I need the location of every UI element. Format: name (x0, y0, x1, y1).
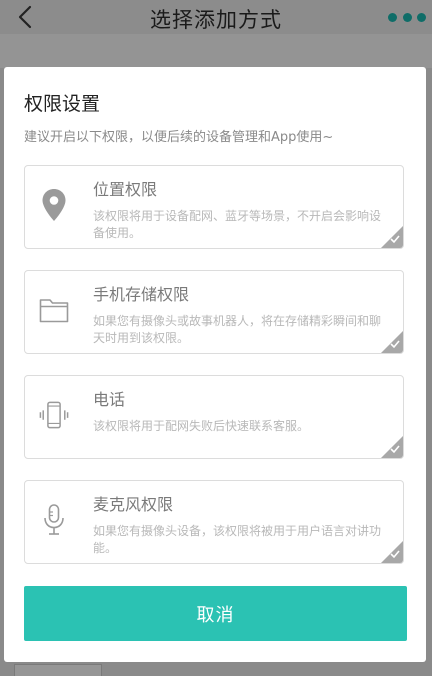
permission-card-microphone[interactable]: 麦克风权限 如果您有摄像头设备，该权限将被用于用户语言对讲功能。 (24, 480, 404, 564)
permission-title: 位置权限 (93, 180, 158, 199)
more-dot-icon (417, 12, 426, 22)
permission-card-phone[interactable]: 电话 该权限将用于配网失败后快速联系客服。 (24, 375, 404, 459)
phone-vibrate-icon (39, 398, 69, 432)
more-dot-icon (402, 12, 412, 22)
permission-description: 该权限将用于设备配网、蓝牙等场景，不开启会影响设备使用。 (93, 209, 382, 240)
page-title: 选择添加方式 (150, 8, 282, 32)
permission-dialog: 权限设置 建议开启以下权限，以便后续的设备管理和App使用~ 位置权限 该权限将… (4, 67, 426, 662)
location-pin-icon (39, 188, 69, 222)
checkmark-icon (390, 235, 400, 244)
more-dot-icon (388, 12, 397, 22)
app-bar: 选择添加方式 (0, 0, 432, 34)
permission-title: 电话 (93, 390, 126, 409)
permission-card-storage[interactable]: 手机存储权限 如果您有摄像头或故事机器人，将在存储精彩瞬间和聊天时用到该权限。 (24, 270, 404, 354)
cancel-button[interactable]: 取消 (24, 586, 407, 641)
more-options-button[interactable] (388, 10, 426, 24)
permission-description: 该权限将用于配网失败后快速联系客服。 (93, 419, 310, 433)
dialog-subtitle: 建议开启以下权限，以便后续的设备管理和App使用~ (24, 130, 334, 145)
permission-description: 如果您有摄像头设备，该权限将被用于用户语言对讲功能。 (93, 524, 382, 555)
dialog-title: 权限设置 (24, 93, 101, 115)
checkmark-icon (390, 445, 400, 454)
checkmark-icon (390, 550, 400, 559)
folder-icon (39, 293, 69, 327)
permission-card-location[interactable]: 位置权限 该权限将用于设备配网、蓝牙等场景，不开启会影响设备使用。 (24, 165, 404, 249)
permission-title: 麦克风权限 (93, 495, 174, 514)
background-content (0, 34, 432, 68)
microphone-icon (39, 503, 69, 537)
background-tab (14, 664, 102, 676)
permission-title: 手机存储权限 (93, 285, 190, 304)
checkmark-icon (390, 340, 400, 349)
permission-description: 如果您有摄像头或故事机器人，将在存储精彩瞬间和聊天时用到该权限。 (93, 314, 382, 345)
